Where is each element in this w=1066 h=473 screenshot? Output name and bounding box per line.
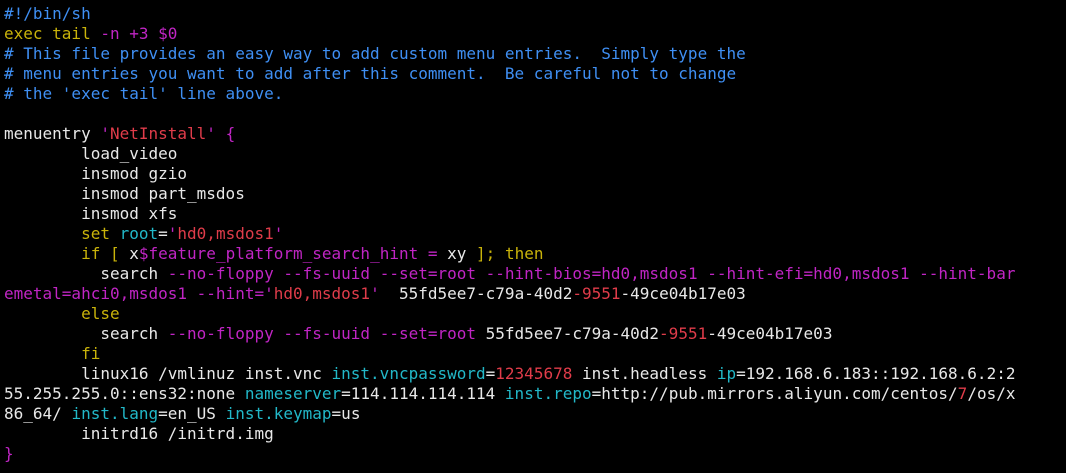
editor-line: insmod gzio	[4, 164, 1066, 184]
code-token: '	[370, 284, 380, 303]
code-token: # the 'exec tail' line above.	[4, 84, 284, 103]
editor-line: set root='hd0,msdos1'	[4, 224, 1066, 244]
editor-line: else	[4, 304, 1066, 324]
code-token: $feature_platform_search_hint	[138, 244, 419, 263]
code-token: '	[167, 224, 178, 243]
code-token: -9551	[659, 324, 708, 343]
code-token: NetInstall	[109, 124, 207, 143]
editor-line: # This file provides an easy way to add …	[4, 44, 1066, 64]
editor-line: search --no-floppy --fs-uuid --set=root …	[4, 324, 1066, 344]
code-token: ip	[716, 364, 737, 383]
editor-line: #!/bin/sh	[4, 4, 1066, 24]
editor-line: # menu entries you want to add after thi…	[4, 64, 1066, 84]
code-token: '	[273, 224, 284, 243]
code-token: #!/bin/sh	[4, 4, 91, 23]
editor-line: insmod xfs	[4, 204, 1066, 224]
code-token: load_video	[4, 144, 178, 163]
code-token: insmod part_msdos	[4, 184, 245, 203]
code-token: insmod xfs	[4, 204, 178, 223]
code-token: inst.headless	[572, 364, 717, 383]
editor-line: emetal=ahci0,msdos1 --hint='hd0,msdos1' …	[4, 284, 1066, 304]
code-token: emetal=ahci0,msdos1 --hint=	[4, 284, 265, 303]
code-token: 55.255.255.0::ens32:none	[4, 384, 245, 403]
editor-line: fi	[4, 344, 1066, 364]
code-token: }	[4, 444, 14, 463]
code-token: ]; then	[466, 244, 544, 263]
code-token: -49ce04b17e03	[620, 284, 746, 303]
code-token: -9551	[572, 284, 621, 303]
code-token: linux16 /vmlinuz inst.vnc	[4, 364, 332, 383]
code-token: search	[4, 324, 168, 343]
terminal-window[interactable]: #!/bin/sh exec tail -n +3 $0 # This file p…	[0, 0, 1066, 473]
code-token: # This file provides an easy way to add …	[4, 44, 746, 63]
code-token: =http://pub.mirrors.aliyun.com/centos/	[591, 384, 958, 403]
code-token: initrd16 /initrd.img	[4, 424, 274, 443]
code-token: hd0,msdos1	[177, 224, 274, 243]
code-token: exec tail	[4, 24, 101, 43]
editor-line: if [ x$feature_platform_search_hint = xy…	[4, 244, 1066, 264]
editor-line: # the 'exec tail' line above.	[4, 84, 1066, 104]
code-token: ' {	[206, 124, 236, 143]
code-token: =en_US	[158, 404, 226, 423]
code-token: insmod gzio	[4, 164, 188, 183]
code-token: 86_64/	[4, 404, 72, 423]
code-token: /os/x	[967, 384, 1016, 403]
code-token: 55fd5ee7-c79a-40d2	[379, 284, 573, 303]
code-token: =192.168.6.183::192.168.6.2:2	[736, 364, 1016, 383]
code-token: =114.114.114.114	[341, 384, 505, 403]
code-token: inst.lang	[71, 404, 159, 423]
code-token: nameserver	[244, 384, 342, 403]
code-token: '	[264, 284, 274, 303]
code-token: root	[119, 224, 159, 243]
code-token: set	[81, 224, 120, 243]
editor-line: insmod part_msdos	[4, 184, 1066, 204]
code-token: =	[418, 244, 448, 263]
editor-line: menuentry 'NetInstall' {	[4, 124, 1066, 144]
code-token: '	[100, 124, 110, 143]
code-token: -n +3 $0	[100, 24, 178, 43]
code-token: inst.vncpassword	[331, 364, 486, 383]
code-token: search	[4, 264, 168, 283]
code-token: 7	[957, 384, 968, 403]
editor-line: search --no-floppy --fs-uuid --set=root …	[4, 264, 1066, 284]
code-token: menuentry	[4, 124, 101, 143]
code-token: xy	[447, 244, 467, 263]
code-token: else	[4, 304, 120, 323]
code-token: 12345678	[495, 364, 573, 383]
code-token: inst.keymap	[225, 404, 332, 423]
code-token: --no-floppy --fs-uuid --set=root	[167, 324, 477, 343]
editor-line: exec tail -n +3 $0	[4, 24, 1066, 44]
code-token: =	[158, 224, 168, 243]
editor-line: linux16 /vmlinuz inst.vnc inst.vncpasswo…	[4, 364, 1066, 384]
editor-line: }	[4, 444, 1066, 464]
code-token: =	[485, 364, 496, 383]
code-token: -49ce04b17e03	[707, 324, 833, 343]
editor-line: 55.255.255.0::ens32:none nameserver=114.…	[4, 384, 1066, 404]
code-token: # menu entries you want to add after thi…	[4, 64, 737, 83]
editor-line: 86_64/ inst.lang=en_US inst.keymap=us	[4, 404, 1066, 424]
code-token: if [	[81, 244, 130, 263]
code-token: =us	[331, 404, 361, 423]
code-token: inst.repo	[504, 384, 592, 403]
editor-line: initrd16 /initrd.img	[4, 424, 1066, 444]
code-token: hd0,msdos1	[273, 284, 371, 303]
code-token: x	[129, 244, 139, 263]
code-token: fi	[4, 344, 101, 363]
editor-line: load_video	[4, 144, 1066, 164]
code-token: 55fd5ee7-c79a-40d2	[476, 324, 660, 343]
code-token: --no-floppy --fs-uuid --set=root --hint-…	[167, 264, 1016, 283]
